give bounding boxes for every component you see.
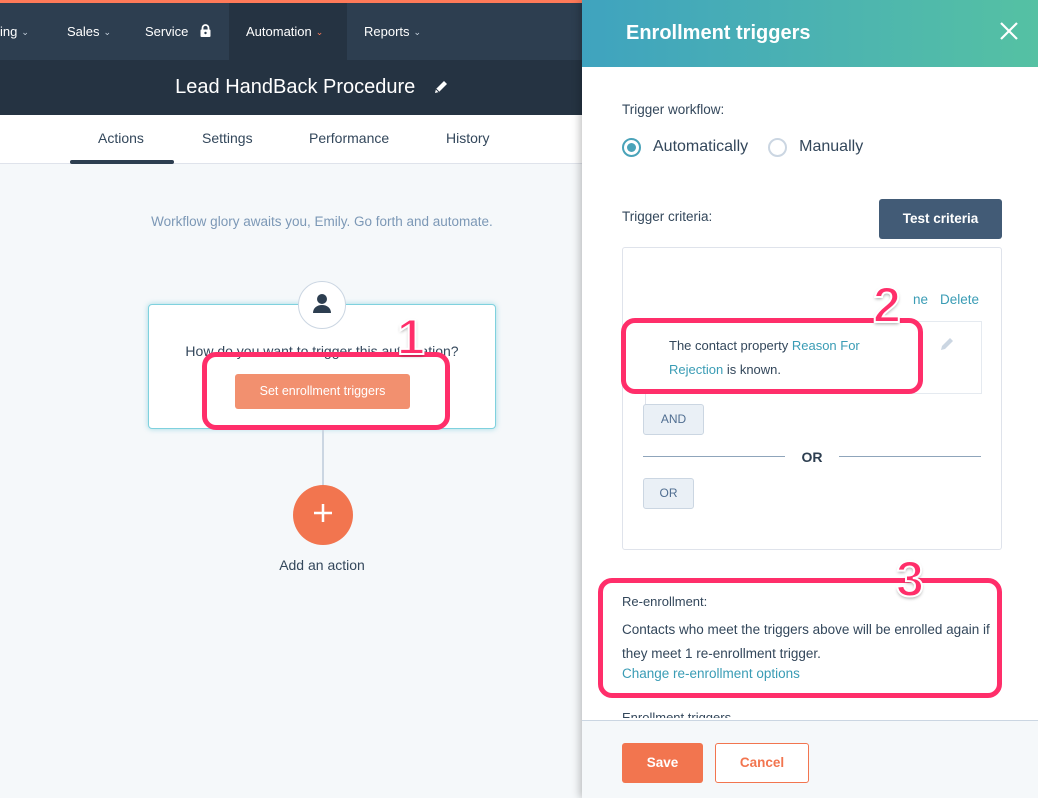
filter-group-actions: ne Delete	[901, 292, 979, 307]
radio-automatically[interactable]	[622, 137, 641, 157]
flow-connector	[322, 430, 324, 486]
plus-icon	[313, 503, 333, 528]
tab-actions[interactable]: Actions	[98, 115, 144, 163]
clipped-section-label: Enrollment triggers	[622, 710, 732, 718]
and-button[interactable]: AND	[643, 404, 704, 435]
reenrollment-title: Re-enrollment:	[622, 594, 708, 609]
tab-settings[interactable]: Settings	[202, 115, 253, 163]
radio-automatically-label[interactable]: Automatically	[653, 138, 748, 156]
pencil-icon[interactable]	[433, 62, 449, 117]
filter-card[interactable]: The contact property Reason For Rejectio…	[645, 321, 982, 394]
workflow-editor: ing ⌄ Sales ⌄ Service Automation ⌄ Reports ⌄…	[0, 0, 582, 798]
top-navigation: ing ⌄ Sales ⌄ Service Automation ⌄ Reports ⌄	[0, 0, 582, 60]
filter-suffix: is known.	[723, 362, 782, 377]
workflow-titlebar: Lead HandBack Procedure	[0, 60, 582, 115]
filter-description: The contact property Reason For Rejectio…	[669, 334, 909, 382]
person-icon	[313, 293, 331, 318]
divider-line-right	[839, 456, 981, 457]
workflow-tabs: Actions Settings Performance History	[0, 115, 582, 164]
clone-link[interactable]: ne	[913, 292, 928, 307]
contact-avatar	[298, 281, 346, 329]
test-criteria-button[interactable]: Test criteria	[879, 199, 1002, 239]
or-divider: OR	[643, 448, 981, 466]
trigger-criteria-box: ne Delete The contact property Reason For…	[622, 247, 1002, 550]
reenrollment-description: Contacts who meet the triggers above wil…	[622, 622, 990, 661]
trigger-workflow-label: Trigger workflow:	[622, 102, 725, 117]
add-action-button[interactable]	[293, 485, 353, 545]
nav-label: Reports	[364, 24, 410, 39]
or-button[interactable]: OR	[643, 478, 694, 509]
greeting-text: Workflow glory awaits you, Emily. Go for…	[151, 214, 493, 229]
nav-item-sales[interactable]: Sales ⌄	[67, 3, 111, 60]
nav-label: ing	[0, 24, 18, 39]
active-tab-indicator	[70, 160, 174, 164]
nav-label: Service	[145, 24, 189, 39]
edit-filter-pencil-icon[interactable]	[940, 336, 955, 356]
trigger-criteria-label: Trigger criteria:	[622, 209, 713, 224]
nav-item-reports[interactable]: Reports ⌄	[364, 3, 421, 60]
close-icon[interactable]	[998, 20, 1020, 42]
trigger-question: How do you want to trigger this automati…	[185, 343, 459, 359]
radio-manually-label[interactable]: Manually	[799, 138, 863, 156]
nav-label: Sales	[67, 24, 100, 39]
delete-link[interactable]: Delete	[940, 292, 979, 307]
or-divider-text: OR	[801, 449, 823, 465]
lock-icon	[200, 4, 211, 61]
radio-manually[interactable]	[768, 137, 788, 157]
panel-header: Enrollment triggers	[582, 0, 1038, 67]
chevron-down-icon: ⌄	[21, 27, 29, 37]
workflow-title-wrap: Lead HandBack Procedure	[0, 60, 582, 115]
filter-prefix: The contact property	[669, 338, 792, 353]
chevron-down-icon: ⌄	[103, 27, 112, 37]
save-button[interactable]: Save	[622, 743, 703, 783]
change-reenrollment-link[interactable]: Change re-enrollment options	[622, 666, 800, 681]
trigger-mode-radio-group: Automatically Manually	[622, 136, 883, 158]
workflow-title: Lead HandBack Procedure	[175, 76, 416, 98]
panel-title: Enrollment triggers	[626, 22, 811, 44]
enrollment-triggers-panel: Enrollment triggers Trigger workflow: Au…	[582, 0, 1038, 798]
tab-performance[interactable]: Performance	[309, 115, 389, 163]
cancel-button[interactable]: Cancel	[715, 743, 809, 783]
chevron-down-icon: ⌄	[413, 27, 422, 37]
panel-footer: Save Cancel	[582, 720, 1038, 798]
nav-item-automation[interactable]: Automation ⌄	[229, 3, 347, 60]
nav-item-marketing[interactable]: ing ⌄	[0, 3, 29, 60]
add-action-label: Add an action	[279, 557, 365, 573]
nav-label: Automation	[246, 24, 312, 39]
set-enrollment-triggers-button[interactable]: Set enrollment triggers	[235, 374, 410, 409]
chevron-down-icon: ⌄	[315, 27, 324, 37]
tab-history[interactable]: History	[446, 115, 490, 163]
nav-item-service[interactable]: Service	[145, 3, 211, 60]
